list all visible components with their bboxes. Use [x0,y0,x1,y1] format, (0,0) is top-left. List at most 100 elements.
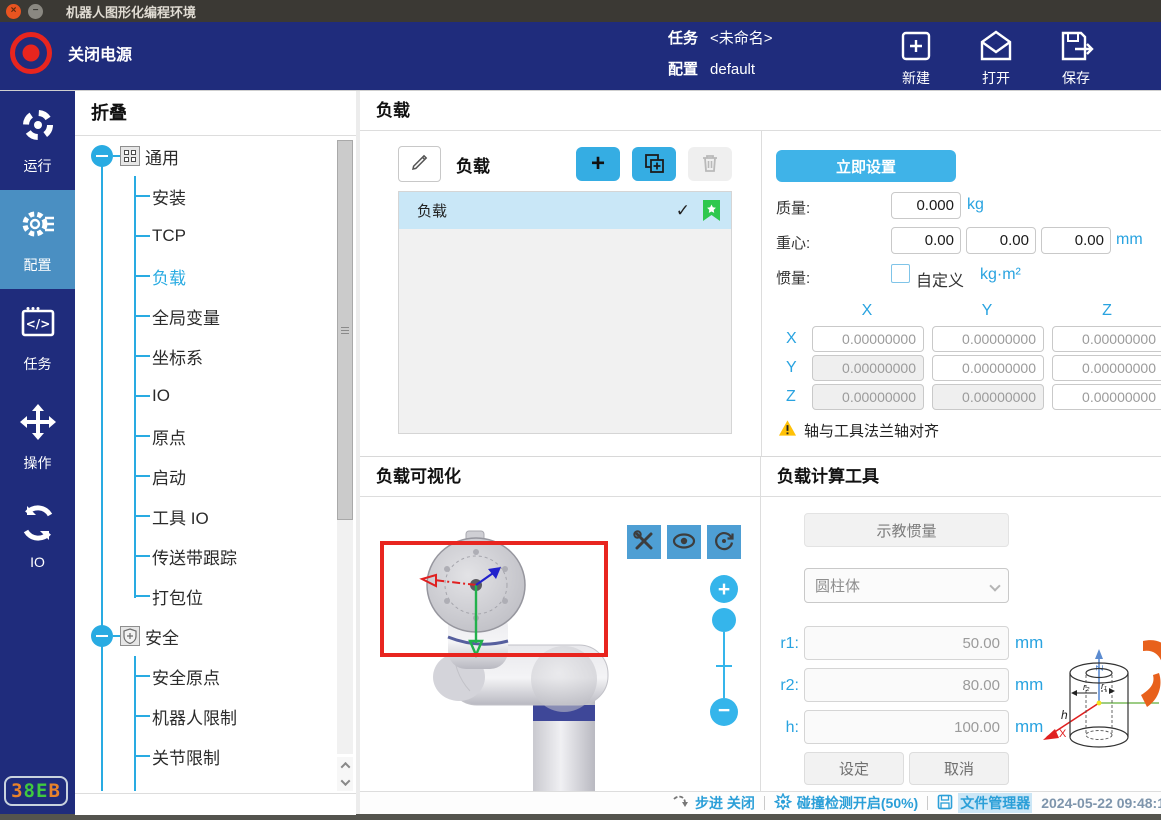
config-label: 配置 [668,58,698,79]
open-file-icon [977,29,1015,65]
power-control[interactable]: 关闭电源 [10,32,132,74]
file-manager-button[interactable]: 文件管理器 [937,793,1032,813]
new-button[interactable]: 新建 [897,29,935,88]
check-icon: ✓ [676,201,690,221]
sidebar-item-config[interactable]: 配置 [0,190,75,289]
statusbar-divider [927,796,928,810]
payload-settings-panel: 立即设置 质量: kg 重心: mm 惯量: 自定义 [761,131,1161,456]
cog-x-input[interactable] [891,227,961,254]
tree-item-packing[interactable]: 打包位 [75,576,356,616]
matrix-yx-input [812,355,924,381]
rename-payload-button[interactable] [398,146,441,182]
zoom-out-button[interactable]: − [710,698,738,726]
mass-input[interactable] [891,192,961,219]
tree-item-coord-system[interactable]: 坐标系 [75,336,356,376]
set-button[interactable]: 设定 [804,752,904,785]
payload-list-item[interactable]: 负载 ✓ [399,192,731,229]
tree-group-safety[interactable]: 安全 [75,616,356,656]
eye-icon [672,530,696,555]
status-code-badge: 38EB [4,776,68,806]
collision-detection-status[interactable]: 碰撞检测开启(50%) [774,793,918,813]
pencil-icon [410,152,430,177]
tree-item-tcp[interactable]: TCP [75,216,356,256]
matrix-row-z: Z [786,388,796,406]
payload-section-title: 负载 [360,91,1161,131]
zoom-slider-handle[interactable] [712,608,736,632]
shape-select[interactable]: 圆柱体 [804,568,1009,603]
cog-unit: mm [1116,231,1143,249]
tree-item-joint-limits[interactable]: 关节限制 [75,736,356,776]
matrix-xy-input[interactable] [932,326,1044,352]
tree-item-install[interactable]: 安装 [75,176,356,216]
r2-input[interactable] [804,668,1009,702]
tree-scrollbar-thumb[interactable] [337,140,353,520]
matrix-zz-input[interactable] [1052,384,1161,410]
statusbar-divider [764,796,765,810]
matrix-col-x: X [847,302,887,320]
tree-item-global-vars[interactable]: 全局变量 [75,296,356,336]
mass-label: 质量: [776,197,810,218]
r1-label: r1: [773,635,799,653]
step-mode-status[interactable]: 步进 关闭 [672,793,755,813]
tree-item-safety-origin[interactable]: 安全原点 [75,656,356,696]
sidebar-item-run[interactable]: 运行 [0,91,75,190]
matrix-xx-input[interactable] [812,326,924,352]
tree-item-startup[interactable]: 启动 [75,456,356,496]
matrix-zx-input [812,384,924,410]
robot-joint-fragment [1133,637,1161,709]
custom-inertia-label: 自定义 [916,267,964,291]
h-input[interactable] [804,710,1009,744]
r1-input[interactable] [804,626,1009,660]
cog-label: 重心: [776,232,810,253]
power-icon[interactable] [10,32,52,74]
tree-scrollbar[interactable] [337,140,353,754]
tree-panel-footer [75,793,356,815]
add-payload-button[interactable]: + [576,147,620,181]
window-close-button[interactable]: × [6,4,21,19]
tree-item-conveyor[interactable]: 传送带跟踪 [75,536,356,576]
open-button[interactable]: 打开 [977,29,1015,88]
save-button[interactable]: 保存 [1057,29,1095,88]
scroll-up-button[interactable] [337,757,353,774]
r2-label: r2: [773,677,799,695]
tree-group-general[interactable]: 通用 [75,136,356,176]
viz-visibility-button[interactable] [667,525,701,559]
viz-rotate-button[interactable] [707,525,741,559]
tree-collapse-header[interactable]: 折叠 [75,91,356,136]
sidebar-item-io[interactable]: IO [0,487,75,586]
collapse-minus-icon[interactable] [91,625,113,647]
teach-inertia-button[interactable]: 示教惯量 [804,513,1009,547]
tree-item-robot-limits[interactable]: 机器人限制 [75,696,356,736]
tree-item-origin[interactable]: 原点 [75,416,356,456]
safety-shield-icon [120,626,140,646]
svg-text:h: h [1061,708,1068,722]
cancel-button[interactable]: 取消 [909,752,1009,785]
tree-item-io[interactable]: IO [75,376,356,416]
apply-now-button[interactable]: 立即设置 [776,150,956,182]
inertia-unit: kg·m² [980,266,1021,284]
viz-tools-button[interactable] [627,525,661,559]
matrix-xz-input[interactable] [1052,326,1161,352]
zoom-in-button[interactable]: + [710,575,738,603]
chevron-down-icon [989,580,1000,591]
cog-y-input[interactable] [966,227,1036,254]
sidebar-item-task[interactable]: </> 任务 [0,289,75,388]
payload-list-label: 负载 [456,152,490,177]
matrix-row-x: X [786,330,797,348]
delete-payload-button[interactable] [688,147,732,181]
application-window: × − 机器人图形化编程环境 关闭电源 任务 <未命名> 配置 default [0,0,1161,820]
matrix-yy-input[interactable] [932,355,1044,381]
tree-item-payload[interactable]: 负载 [75,256,356,296]
window-minimize-button[interactable]: − [28,4,43,19]
collapse-minus-icon[interactable] [91,145,113,167]
copy-payload-button[interactable] [632,147,676,181]
sidebar-item-operate[interactable]: 操作 [0,388,75,487]
power-label: 关闭电源 [68,41,132,65]
scroll-down-button[interactable] [337,774,353,791]
tree-item-tool-io[interactable]: 工具 IO [75,496,356,536]
move-arrows-icon [19,403,57,446]
matrix-yz-input[interactable] [1052,355,1161,381]
cog-z-input[interactable] [1041,227,1111,254]
matrix-row-y: Y [786,359,797,377]
custom-inertia-checkbox[interactable] [891,264,910,283]
